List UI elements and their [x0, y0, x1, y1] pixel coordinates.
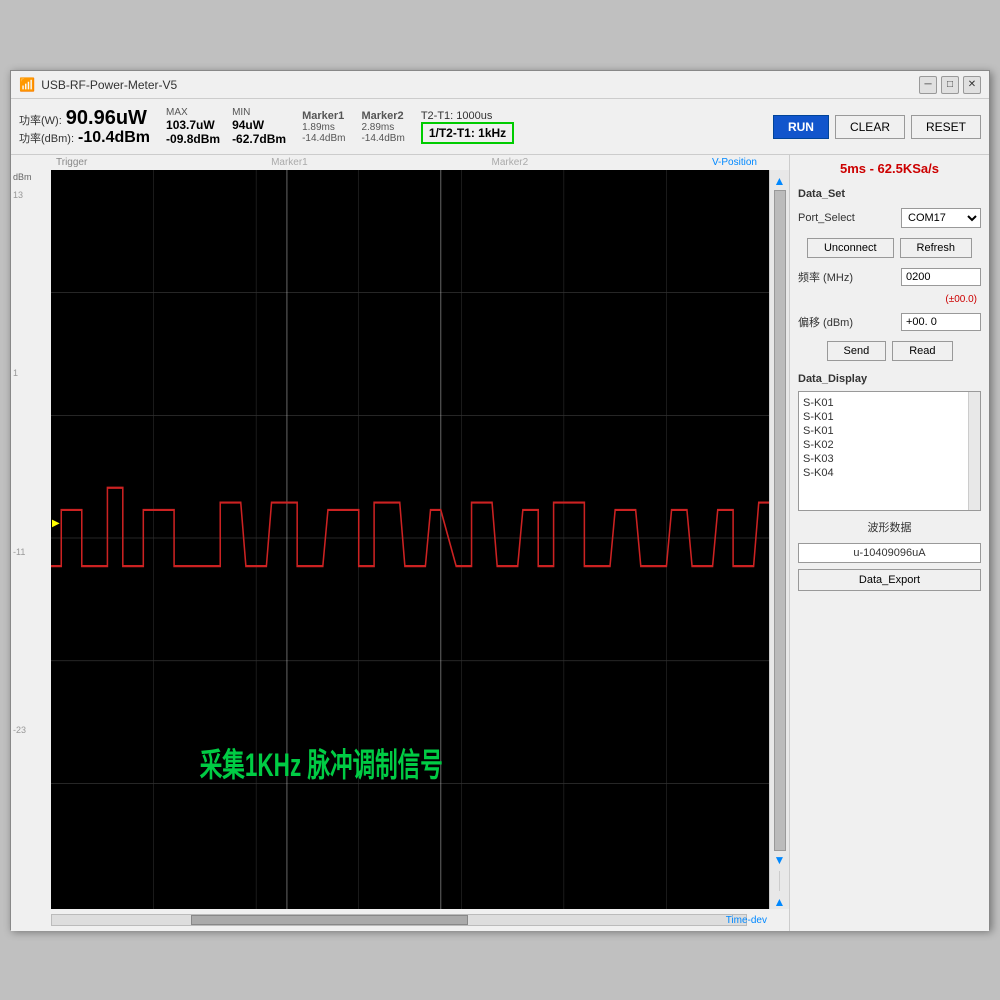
data-display-label: Data_Display: [798, 373, 981, 385]
oscilloscope: 采集1KHz 脉冲调制信号 ▶: [51, 170, 769, 909]
marker-group: Marker1 1.89ms -14.4dBm Marker2 2.89ms -…: [302, 110, 405, 144]
freq-input[interactable]: [901, 268, 981, 286]
h-scrollbar-thumb[interactable]: [191, 915, 469, 925]
scale-up-arrow[interactable]: ▲: [774, 895, 786, 909]
trigger-arrow: ▶: [51, 517, 61, 530]
max-min-group: MAX 103.7uW -09.8dBm MIN 94uW -62.7dBm: [166, 107, 286, 146]
marker2-top-label: Marker2: [492, 157, 529, 168]
max-label: MAX: [166, 107, 220, 118]
list-item: S-K04: [803, 466, 976, 480]
data-set-label: Data_Set: [798, 188, 981, 200]
marker1-top-label: Marker1: [271, 157, 308, 168]
list-item: S-K03: [803, 452, 976, 466]
waveform-label: 波形数据: [798, 517, 981, 537]
maximize-button[interactable]: □: [941, 76, 959, 94]
marker2-label: Marker2: [361, 110, 404, 122]
offset-input[interactable]: [901, 313, 981, 331]
max-value: 103.7uW: [166, 118, 220, 132]
y-label-1: 1: [13, 368, 49, 378]
read-button[interactable]: Read: [892, 341, 952, 361]
refresh-button[interactable]: Refresh: [900, 238, 973, 258]
svg-text:采集1KHz 脉冲调制信号: 采集1KHz 脉冲调制信号: [200, 747, 443, 783]
marker2-group: Marker2 2.89ms -14.4dBm: [361, 110, 404, 144]
header-buttons: RUN CLEAR RESET: [773, 115, 981, 139]
chart-bottom-bar: Time-dev: [11, 909, 789, 931]
window-title: USB-RF-Power-Meter-V5: [41, 78, 177, 92]
chart-area: Trigger Marker1 Marker2 V-Position dBm 1…: [11, 155, 789, 931]
power-group: 功率(W): 90.96uW 功率(dBm): -10.4dBm: [19, 107, 150, 147]
marker2-power: -14.4dBm: [361, 133, 404, 144]
marker1-time: 1.89ms: [302, 122, 345, 133]
data-display-box[interactable]: S-K01 S-K01 S-K01 S-K02 S-K03 S-K04: [798, 391, 981, 511]
trigger-top-label: Trigger: [56, 157, 87, 168]
clear-button[interactable]: CLEAR: [835, 115, 905, 139]
minimize-button[interactable]: ─: [919, 76, 937, 94]
freq-label: 频率 (MHz): [798, 269, 853, 285]
y-label-13: 13: [13, 190, 49, 200]
scope-svg: 采集1KHz 脉冲调制信号: [51, 170, 769, 909]
v-position-top-label: V-Position: [712, 157, 757, 168]
y-axis-title: dBm: [13, 172, 32, 182]
titlebar-controls: ─ □ ✕: [919, 76, 981, 94]
v-position-down-arrow[interactable]: ▼: [774, 853, 786, 867]
offset-label: 偏移 (dBm): [798, 314, 853, 330]
port-select-label: Port_Select: [798, 212, 855, 224]
data-export-button[interactable]: Data_Export: [798, 569, 981, 591]
titlebar: 📶 USB-RF-Power-Meter-V5 ─ □ ✕: [11, 71, 989, 99]
freq-row: 频率 (MHz): [798, 268, 981, 286]
sample-rate-display: 5ms - 62.5KSa/s: [798, 159, 981, 178]
v-position-up-arrow[interactable]: ▲: [774, 174, 786, 188]
t2t1-group: T2-T1: 1000us 1/T2-T1: 1kHz: [421, 110, 514, 144]
close-button[interactable]: ✕: [963, 76, 981, 94]
min-label: MIN: [232, 107, 286, 118]
marker1-group: Marker1 1.89ms -14.4dBm: [302, 110, 345, 144]
send-button[interactable]: Send: [827, 341, 887, 361]
power-dbm-label: 功率(dBm):: [19, 130, 74, 146]
power-dbm-value: -10.4dBm: [78, 129, 150, 147]
inv-t2t1-box: 1/T2-T1: 1kHz: [421, 122, 514, 144]
connect-btn-row: Unconnect Refresh: [798, 238, 981, 258]
max-subvalue: -09.8dBm: [166, 132, 220, 146]
list-item: S-K01: [803, 424, 976, 438]
y-label-11: -11: [13, 547, 49, 557]
list-item: S-K01: [803, 396, 976, 410]
marker1-label: Marker1: [302, 110, 345, 122]
v-scrollbar-thumb[interactable]: [774, 190, 786, 851]
marker1-power: -14.4dBm: [302, 133, 345, 144]
header-row: 功率(W): 90.96uW 功率(dBm): -10.4dBm MAX 103…: [11, 99, 989, 155]
t2t1-label: T2-T1: 1000us: [421, 110, 514, 122]
run-button[interactable]: RUN: [773, 115, 829, 139]
send-read-btn-row: Send Read: [798, 341, 981, 361]
titlebar-left: 📶 USB-RF-Power-Meter-V5: [19, 77, 177, 93]
chart-right-bar: ▲ ▼ ▲: [769, 170, 789, 909]
reset-button[interactable]: RESET: [911, 115, 981, 139]
y-label-23: -23: [13, 725, 49, 735]
main-window: 📶 USB-RF-Power-Meter-V5 ─ □ ✕ 功率(W): 90.…: [10, 70, 990, 930]
power-w-value: 90.96uW: [66, 107, 147, 129]
power-w-label: 功率(W):: [19, 112, 62, 128]
offset-row: 偏移 (dBm): [798, 313, 981, 331]
inv-t2t1-label: 1/T2-T1: 1kHz: [429, 126, 506, 140]
waveform-data-box: u-10409096uA: [798, 543, 981, 563]
port-select-row: Port_Select COM17 COM1 COM2: [798, 208, 981, 228]
list-item: S-K02: [803, 438, 976, 452]
time-dev-label: Time-dev: [726, 915, 767, 926]
port-select-dropdown[interactable]: COM17 COM1 COM2: [901, 208, 981, 228]
horizontal-scrollbar[interactable]: [51, 914, 747, 926]
offset-hint: (±00.0): [798, 294, 977, 305]
list-item: S-K01: [803, 410, 976, 424]
main-area: Trigger Marker1 Marker2 V-Position dBm 1…: [11, 155, 989, 931]
wifi-icon: 📶: [19, 77, 35, 93]
marker2-time: 2.89ms: [361, 122, 404, 133]
data-display-scrollbar[interactable]: [968, 392, 980, 510]
min-value: 94uW: [232, 118, 286, 132]
chart-wrapper: dBm 13 1 -11 -23: [11, 170, 789, 909]
unconnect-button[interactable]: Unconnect: [807, 238, 894, 258]
right-panel: 5ms - 62.5KSa/s Data_Set Port_Select COM…: [789, 155, 989, 931]
min-subvalue: -62.7dBm: [232, 132, 286, 146]
divider: [779, 871, 780, 891]
